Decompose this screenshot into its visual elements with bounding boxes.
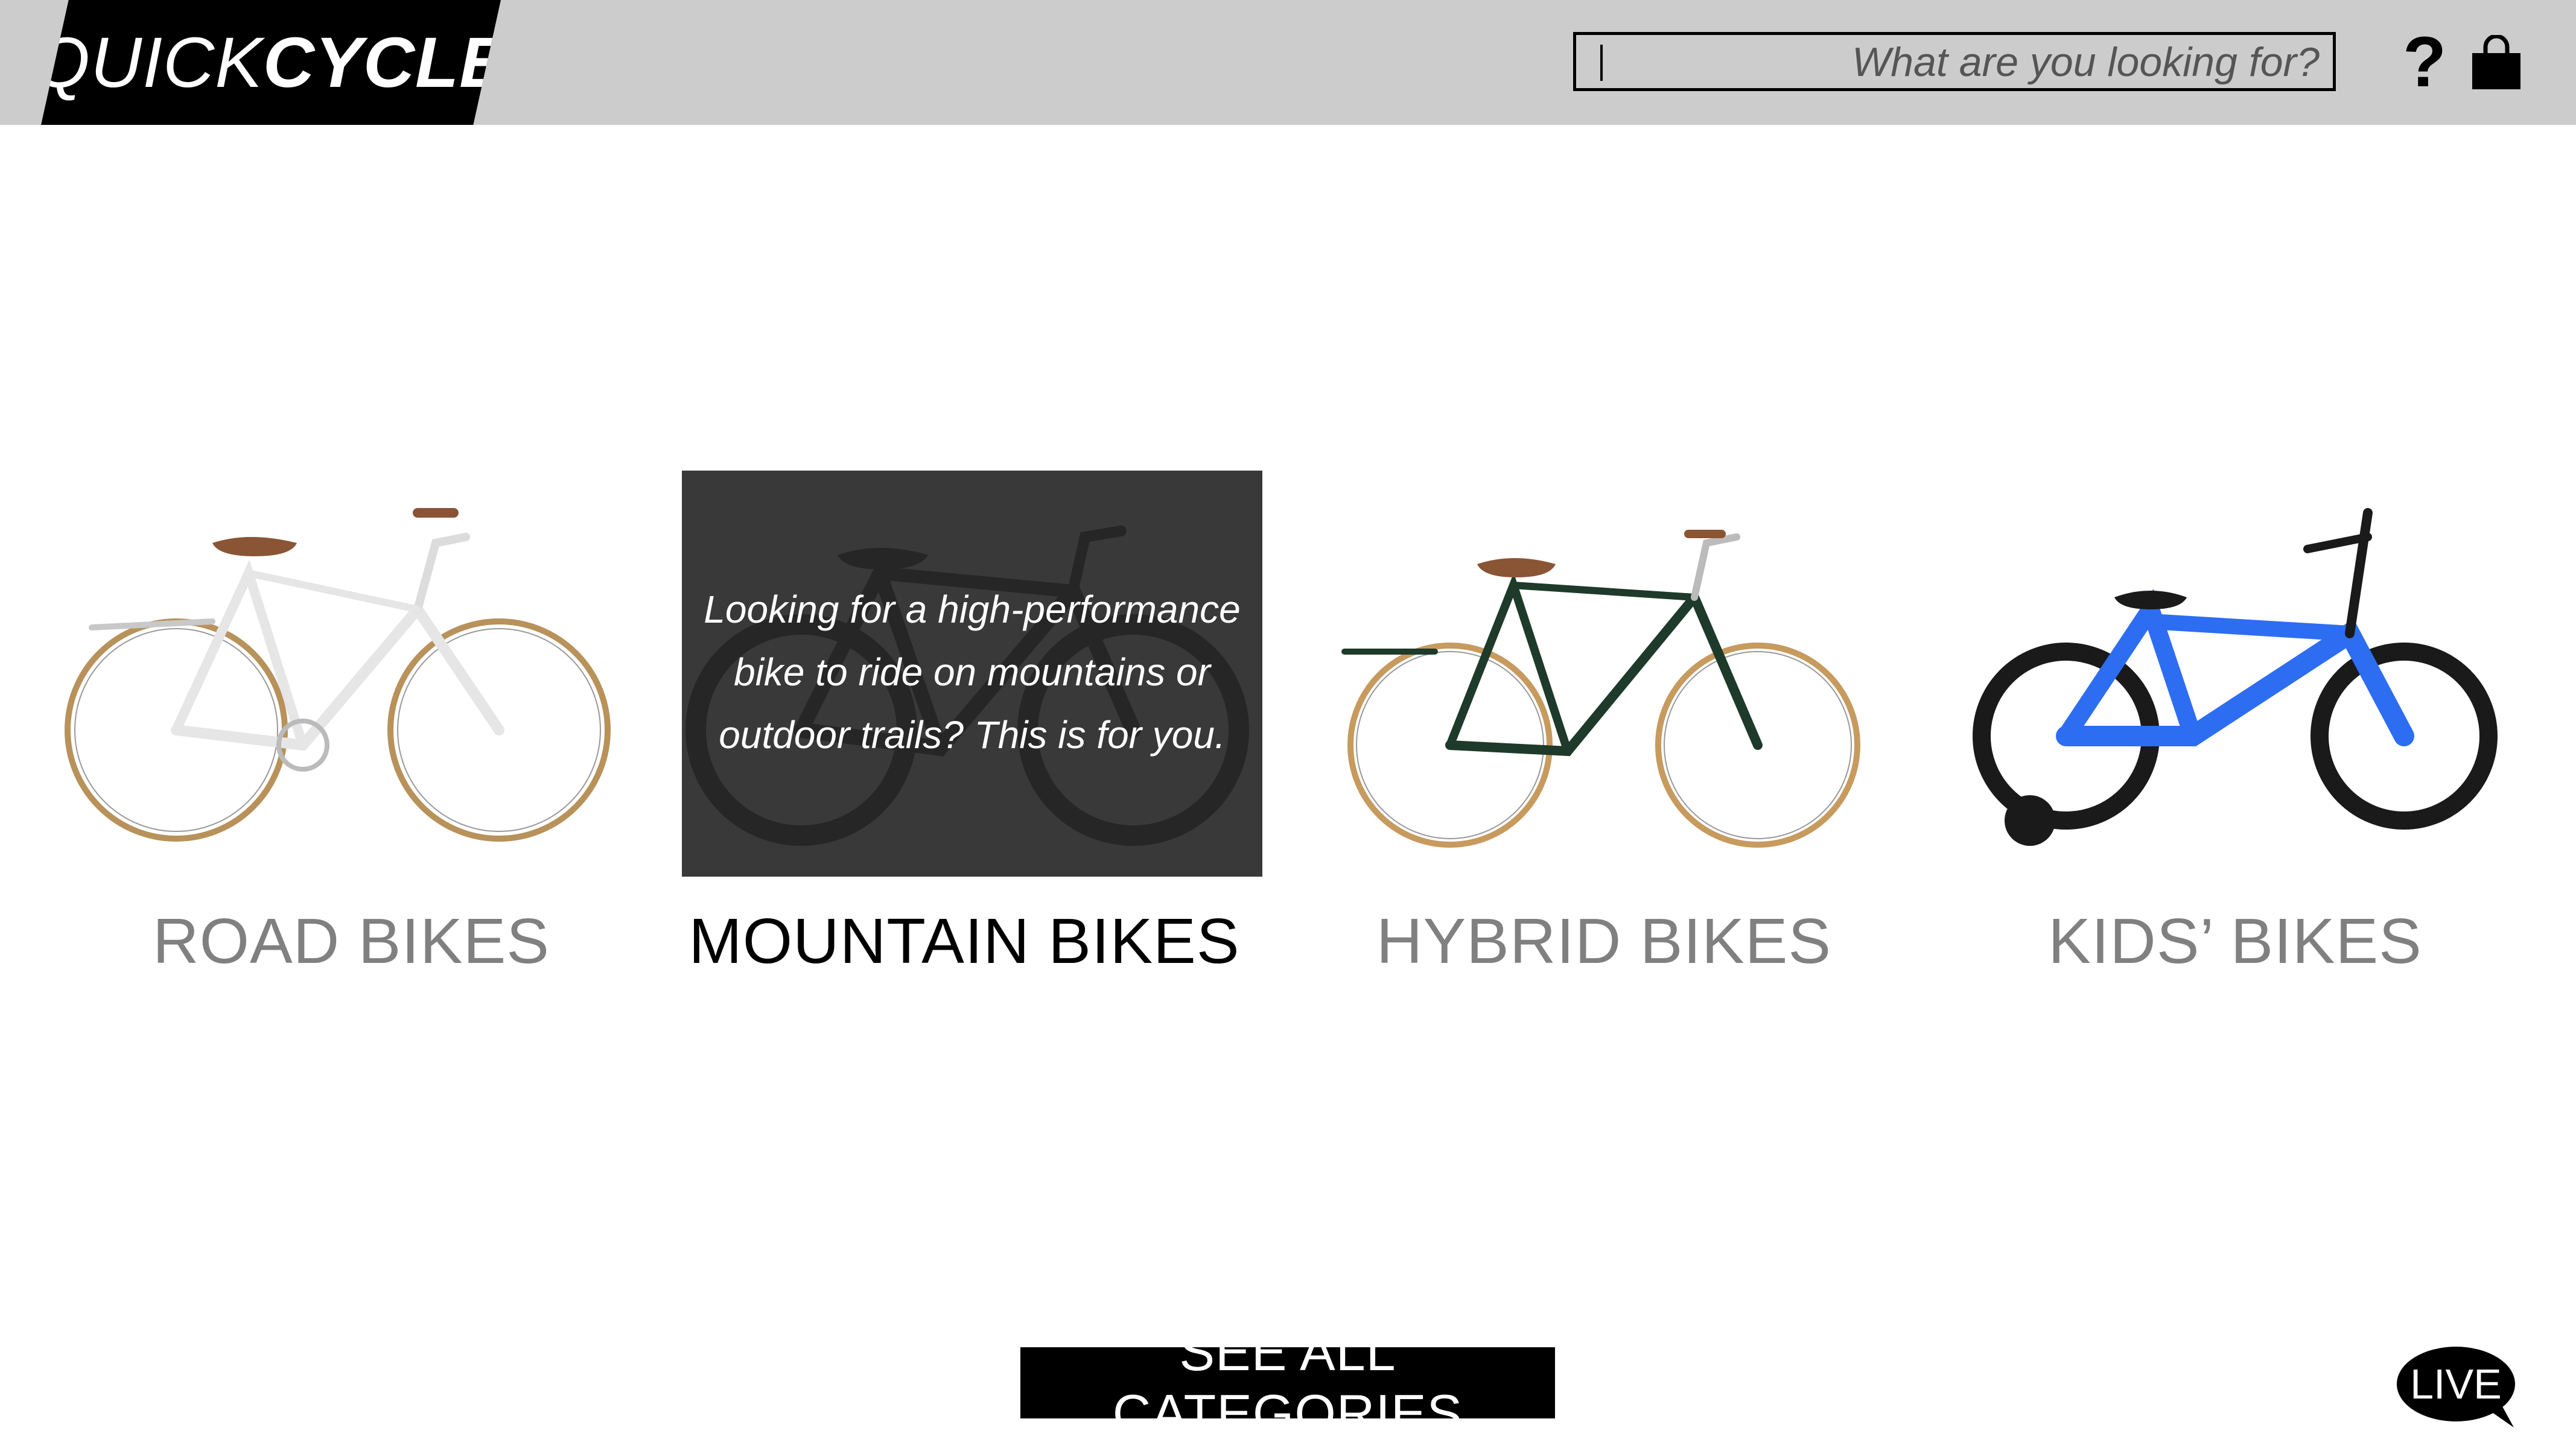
help-icon[interactable]: ? (2403, 27, 2446, 98)
live-chat-button[interactable]: LIVE (2396, 1345, 2522, 1430)
logo-text-light: QUICK (34, 22, 263, 103)
search-input[interactable] (1612, 35, 2321, 89)
hybrid-bike-image (1341, 530, 1860, 848)
category-label-mountain[interactable]: MOUNTAIN BIKES (663, 905, 1266, 978)
logo-text-bold: CYCLE (262, 22, 507, 103)
search-box[interactable] (1573, 32, 2336, 91)
description-line-2: bike to ride on mountains or (734, 650, 1210, 694)
shopping-bag-icon[interactable] (2470, 35, 2523, 91)
category-card-road[interactable]: ROAD BIKES (49, 471, 653, 1014)
see-all-categories-button[interactable]: SEE ALL CATEGORIES (1020, 1322, 1555, 1443)
category-label-hybrid[interactable]: HYBRID BIKES (1302, 905, 1906, 978)
top-header: QUICKCYCLE ? (0, 0, 2576, 125)
text-cursor (1600, 45, 1603, 81)
description-line-1: Looking for a high-performance (704, 588, 1241, 631)
category-label-road[interactable]: ROAD BIKES (49, 905, 653, 978)
category-description: Looking for a high-performance bike to r… (682, 578, 1262, 766)
category-label-kids[interactable]: KIDS’ BIKES (1933, 905, 2537, 978)
category-card-hybrid[interactable]: HYBRID BIKES (1302, 471, 1906, 1014)
quickcycle-logo[interactable]: QUICK CYCLE (41, 0, 501, 125)
category-card-kids[interactable]: KIDS’ BIKES (1933, 471, 2537, 1014)
category-card-mountain[interactable]: Looking for a high-performance bike to r… (663, 471, 1266, 1014)
live-label: LIVE (2410, 1361, 2502, 1408)
description-line-3: outdoor trails? This is for you. (719, 713, 1226, 757)
kids-bike-image (1973, 508, 2498, 846)
road-bike-image (65, 508, 611, 842)
